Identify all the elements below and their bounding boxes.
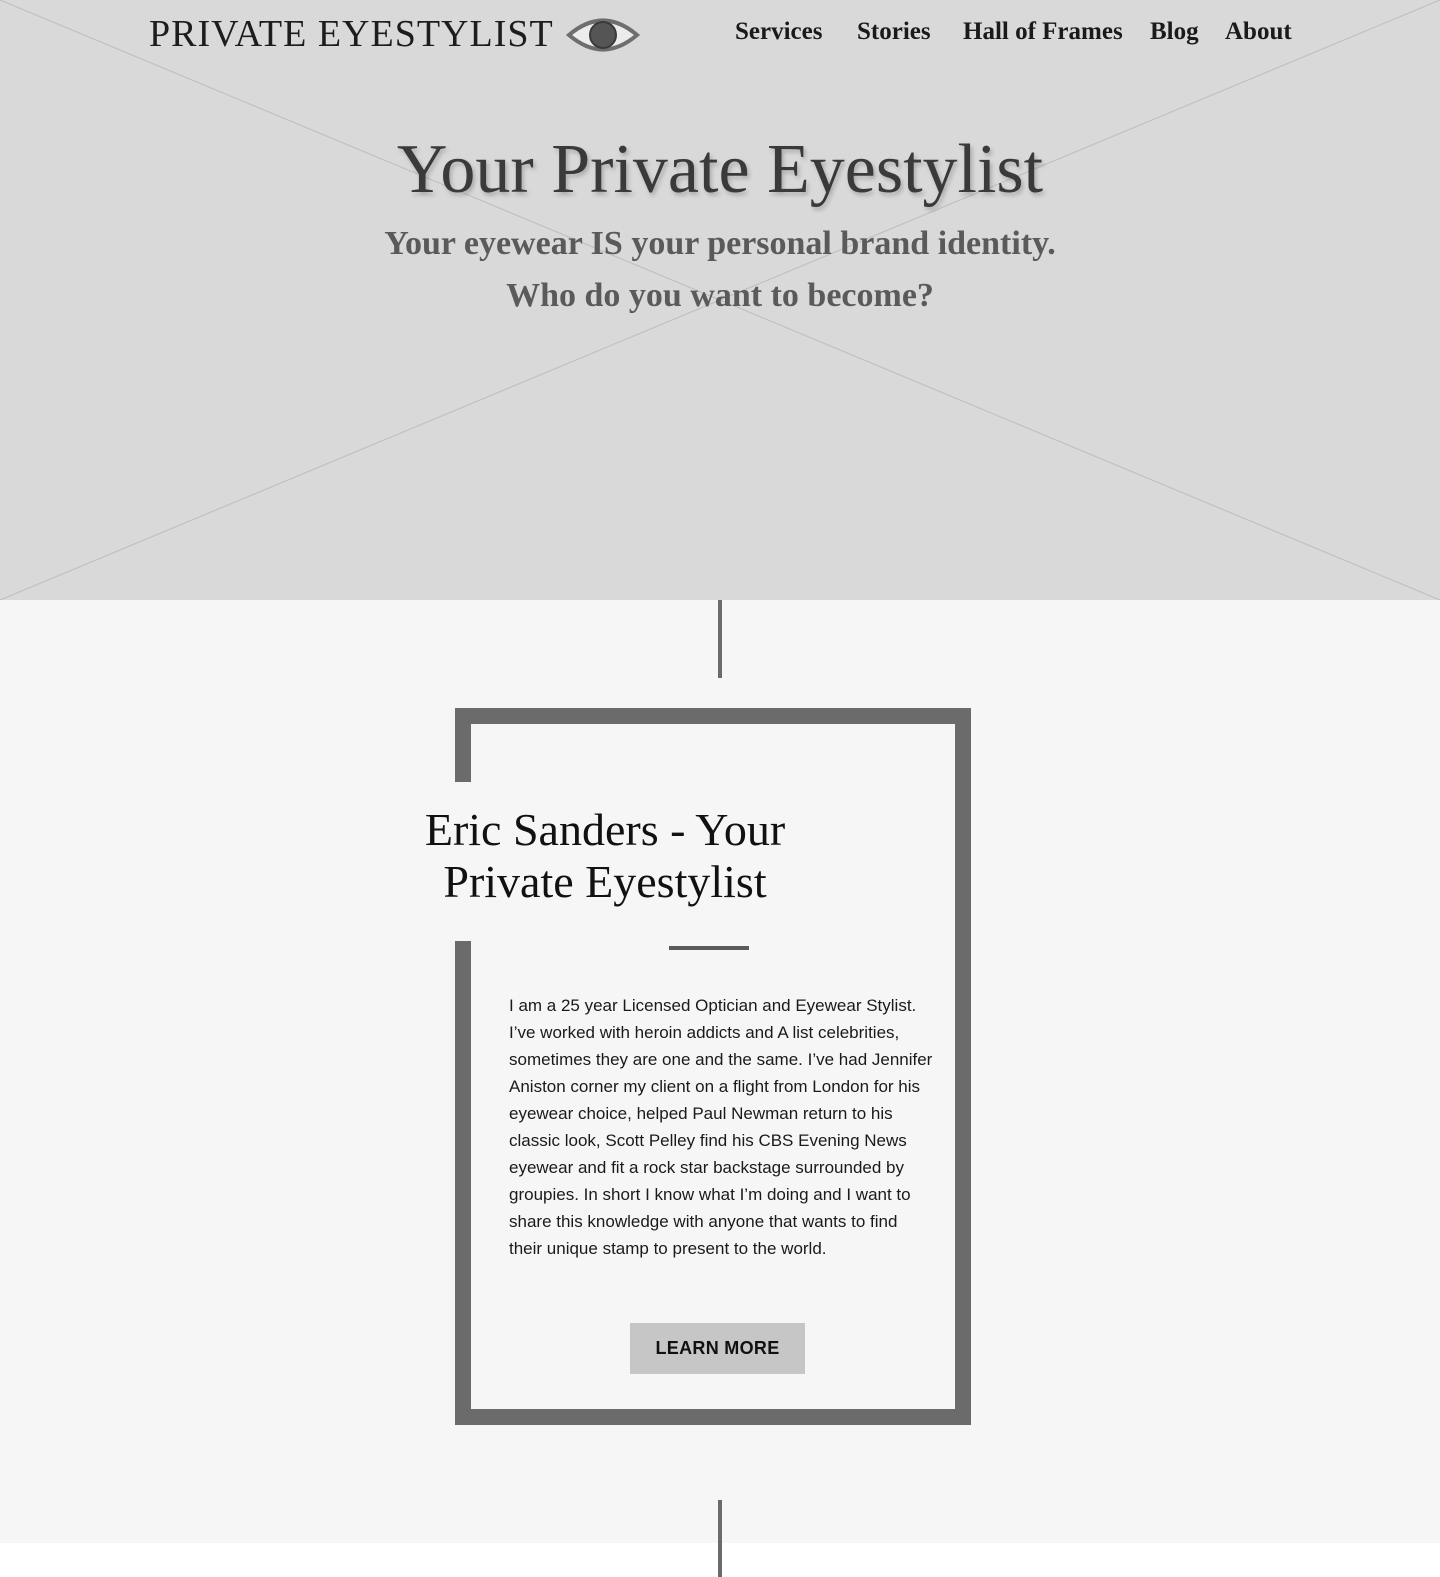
about-title-line2: Private Eyestylist bbox=[443, 856, 767, 907]
frame-border-left-upper bbox=[455, 708, 471, 782]
nav-stories[interactable]: Stories bbox=[857, 18, 931, 46]
frame-border-top bbox=[455, 708, 971, 724]
frame-border-bottom bbox=[455, 1409, 971, 1425]
about-body-text: I am a 25 year Licensed Optician and Eye… bbox=[509, 996, 933, 1258]
connector-line-bottom bbox=[718, 1500, 722, 1577]
frame-border-left-lower bbox=[455, 941, 471, 1425]
hero-subtitle-line1: Your eyewear IS your personal brand iden… bbox=[384, 225, 1056, 262]
about-title-line1: Eric Sanders - Your bbox=[424, 804, 786, 855]
nav-blog[interactable]: Blog bbox=[1150, 18, 1199, 46]
main-nav: Services Stories Hall of Frames Blog Abo… bbox=[0, 18, 1440, 58]
connector-line-top bbox=[718, 600, 722, 678]
nav-about[interactable]: About bbox=[1225, 18, 1292, 46]
hero-section: PRIVATE EYESTYLIST Services Stories Hall… bbox=[0, 0, 1440, 600]
hero-subtitle-line2: Who do you want to become? bbox=[506, 277, 934, 314]
about-title: Eric Sanders - Your Private Eyestylist bbox=[380, 804, 830, 908]
learn-more-button[interactable]: LEARN MORE bbox=[630, 1323, 805, 1374]
nav-services[interactable]: Services bbox=[735, 18, 822, 46]
frame-border-right bbox=[955, 708, 971, 1425]
title-divider bbox=[669, 946, 749, 950]
hero-title: Your Private Eyestylist bbox=[396, 131, 1044, 208]
nav-hall-of-frames[interactable]: Hall of Frames bbox=[963, 18, 1123, 46]
